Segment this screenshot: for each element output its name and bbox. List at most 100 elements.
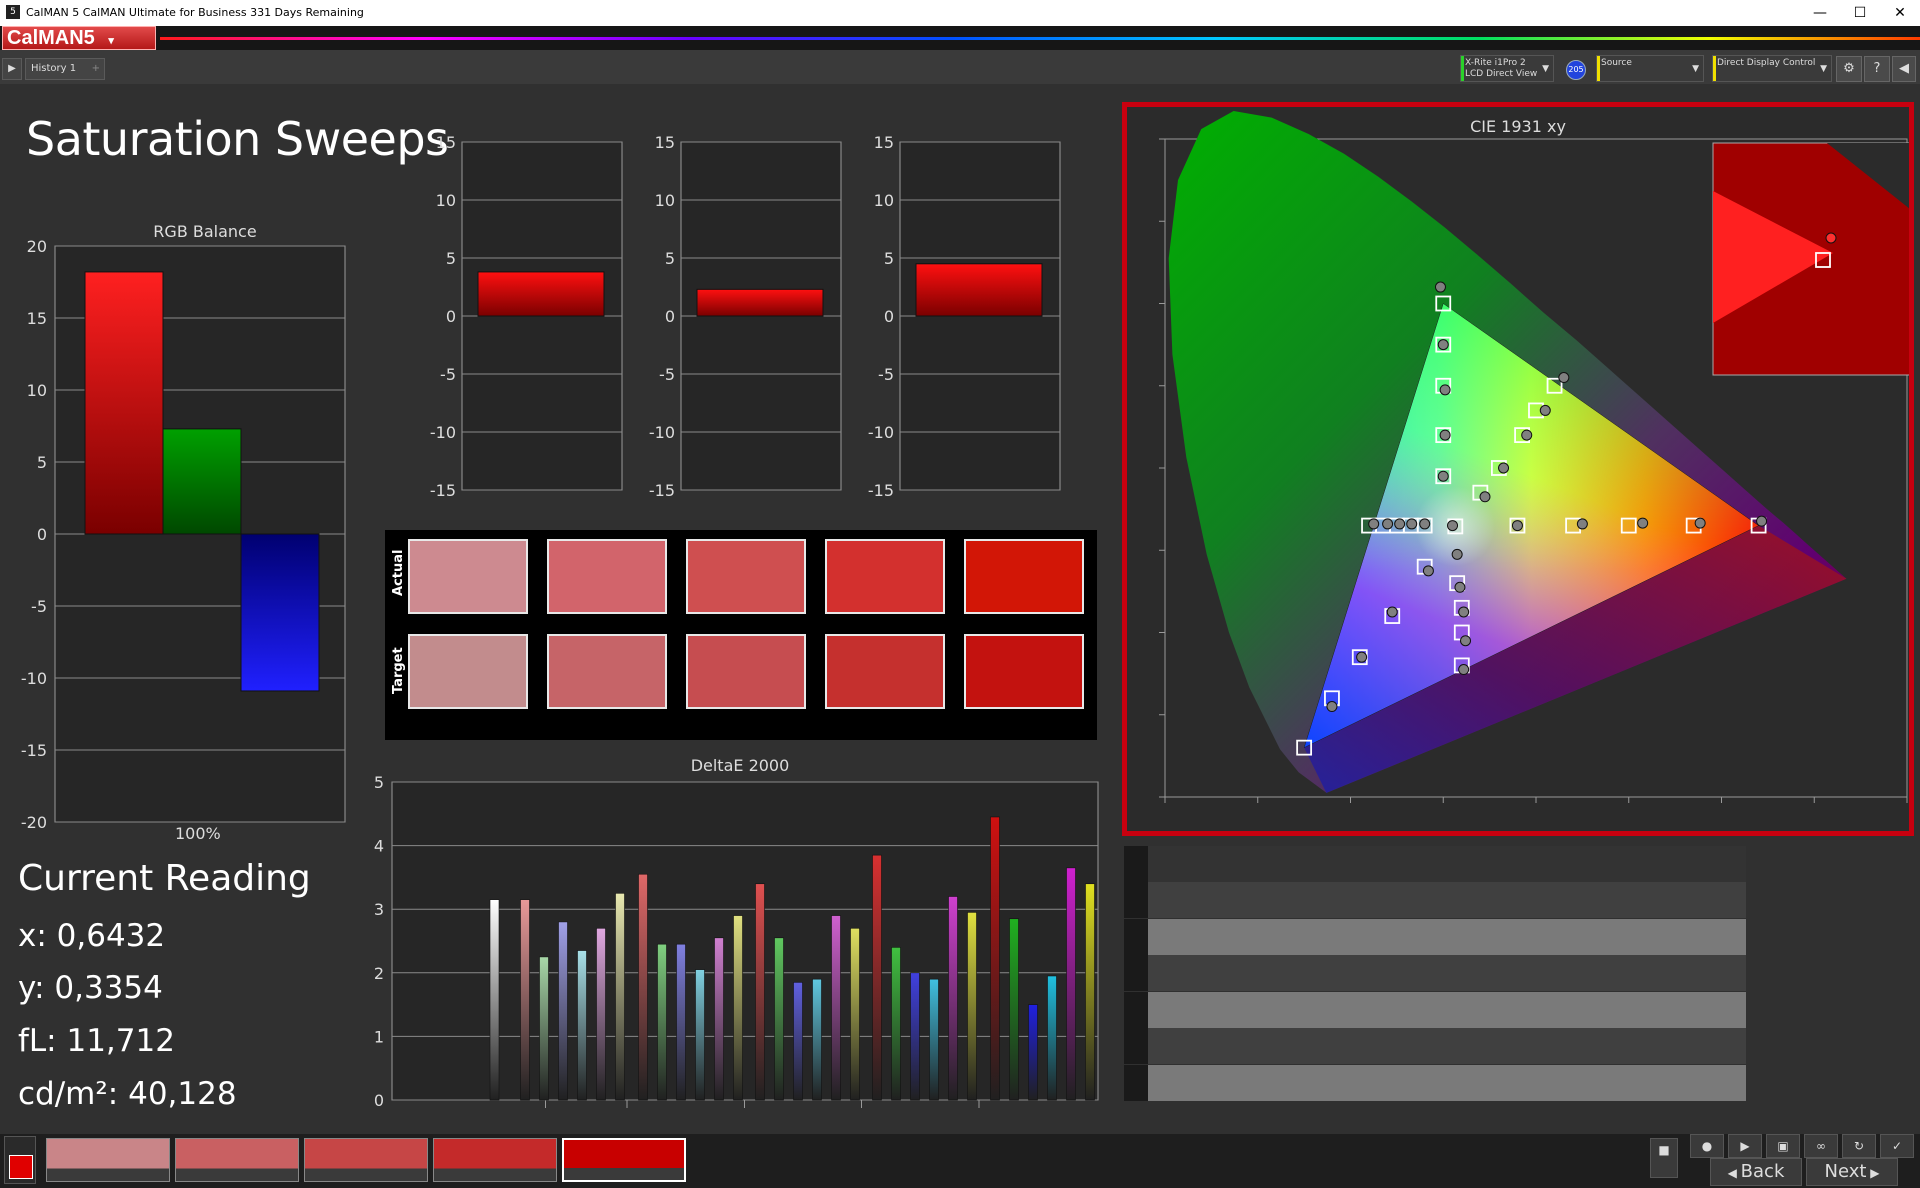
table-row [1124,1065,1746,1101]
delta-chart: 15 10 5 0 -5 -10 -15 [430,134,623,500]
deltae-bar [793,982,803,1101]
deltae-bar [990,816,1000,1101]
rgb-tick-label: 5 [37,453,47,472]
table-row [1124,882,1746,918]
delta-chart: 15 10 5 0 -5 -10 -15 [649,134,842,500]
deltae-bar [695,969,705,1101]
measured-marker [1386,606,1398,618]
table-row [1124,955,1746,992]
color-point-4[interactable] [433,1138,557,1182]
delta-tick-label: 5 [446,249,456,268]
deltae-tick-label: 1 [374,1027,384,1046]
maximize-button[interactable]: ☐ [1840,2,1880,24]
row-background [1148,955,1746,992]
deltae-bar [891,947,901,1101]
deltae-bar [948,896,958,1101]
next-button[interactable]: Next ▶ [1806,1158,1898,1186]
delta-tick-label: 10 [436,191,456,210]
meter-name: X-Rite i1Pro 2 [1465,58,1526,68]
window-title: CalMAN 5 CalMAN Ultimate for Business 33… [26,6,364,19]
deltae-bar [755,883,765,1101]
measured-marker [1437,470,1449,482]
current-reading-title: Current Reading [18,858,311,899]
add-tab-icon[interactable]: + [92,59,100,79]
tab-history-1[interactable]: History 1 + [25,58,105,80]
display-label: Direct Display Control [1717,58,1816,68]
play-icon[interactable]: ▶ [1728,1134,1762,1158]
actual-swatch [686,539,806,614]
stop-icon[interactable]: ■ [1650,1138,1678,1178]
actual-swatch [408,539,528,614]
color-point-5[interactable] [562,1138,686,1182]
measured-marker [1422,565,1434,577]
measured-marker [1406,518,1418,530]
next-label: Next [1824,1161,1867,1182]
deltae-bar [1066,867,1076,1101]
calman-menu-button[interactable]: CalMAN5 ▾ [2,26,156,50]
current-color-indicator [4,1136,36,1184]
rgb-bar [84,271,164,535]
deltae-bar [615,893,625,1101]
save-icon[interactable]: ▣ [1766,1134,1800,1158]
minimize-button[interactable]: — [1800,2,1840,24]
display-selector[interactable]: Direct Display Control ▼ [1712,55,1832,82]
delta-tick-label: -10 [868,423,894,442]
loop-icon[interactable]: ∞ [1804,1134,1838,1158]
measured-marker [1521,429,1533,441]
measured-marker [1558,372,1570,384]
rgb-tick-label: -15 [21,741,47,760]
stop-icon[interactable]: ● [1690,1134,1724,1158]
delta-tick-label: -15 [430,481,456,500]
check-icon[interactable]: ✓ [1880,1134,1914,1158]
row-handle [1124,1028,1148,1065]
help-icon[interactable]: ? [1864,56,1890,82]
rgb-tick-label: 15 [27,309,47,328]
deltae-bar [929,978,939,1101]
color-point-3[interactable] [304,1138,428,1182]
target-swatch [964,634,1084,709]
measured-marker [1326,701,1338,713]
app-window: 5 CalMAN 5 CalMAN Ultimate for Business … [0,0,1920,1188]
delta-tick-label: -5 [659,365,675,384]
play-icon[interactable]: ▶ [2,58,22,80]
row-handle [1124,846,1148,882]
meter-selector[interactable]: X-Rite i1Pro 2 LCD Direct View ▼ [1460,55,1554,82]
actual-swatch [825,539,945,614]
deltae-bar [872,854,882,1101]
color-point-1[interactable] [46,1138,170,1182]
rgb-tick-label: -20 [21,813,47,832]
back-button[interactable]: ◀ Back [1710,1158,1802,1186]
collapse-icon[interactable]: ◀ [1892,56,1916,82]
deltae-tick-label: 2 [374,964,384,983]
delta-tick-label: 15 [436,134,456,152]
gear-icon[interactable]: ⚙ [1836,56,1862,82]
row-background [1148,991,1746,1028]
delta-tick-label: -15 [649,481,675,500]
target-swatch [825,634,945,709]
next-arrow-icon: ▶ [1866,1166,1880,1180]
rgb-bar [240,533,320,692]
tab-label: History 1 [31,63,77,74]
measured-marker [1539,404,1551,416]
row-background [1148,918,1746,955]
measured-marker [1458,664,1470,676]
deltae-bar [910,972,920,1101]
close-button[interactable]: ✕ [1880,2,1920,24]
page-title: Saturation Sweeps [26,112,449,166]
measured-marker [1511,520,1523,532]
reading-x: x: 0,6432 [18,918,166,954]
rgb-tick-label: -10 [21,669,47,688]
table-row [1124,918,1746,955]
table-row [1124,1028,1746,1065]
deltae-bar [520,899,530,1101]
measured-marker [1479,491,1491,503]
rgb-tick-label: 20 [27,237,47,256]
meter-badge[interactable]: 205 [1566,60,1586,80]
color-point-2[interactable] [175,1138,299,1182]
delta-tick-label: -10 [430,423,456,442]
source-selector[interactable]: Source ▼ [1596,55,1704,82]
chevron-down-icon: ▼ [1692,64,1699,74]
actual-row-label: Actual [391,549,406,596]
row-handle [1124,882,1148,918]
refresh-icon[interactable]: ↻ [1842,1134,1876,1158]
